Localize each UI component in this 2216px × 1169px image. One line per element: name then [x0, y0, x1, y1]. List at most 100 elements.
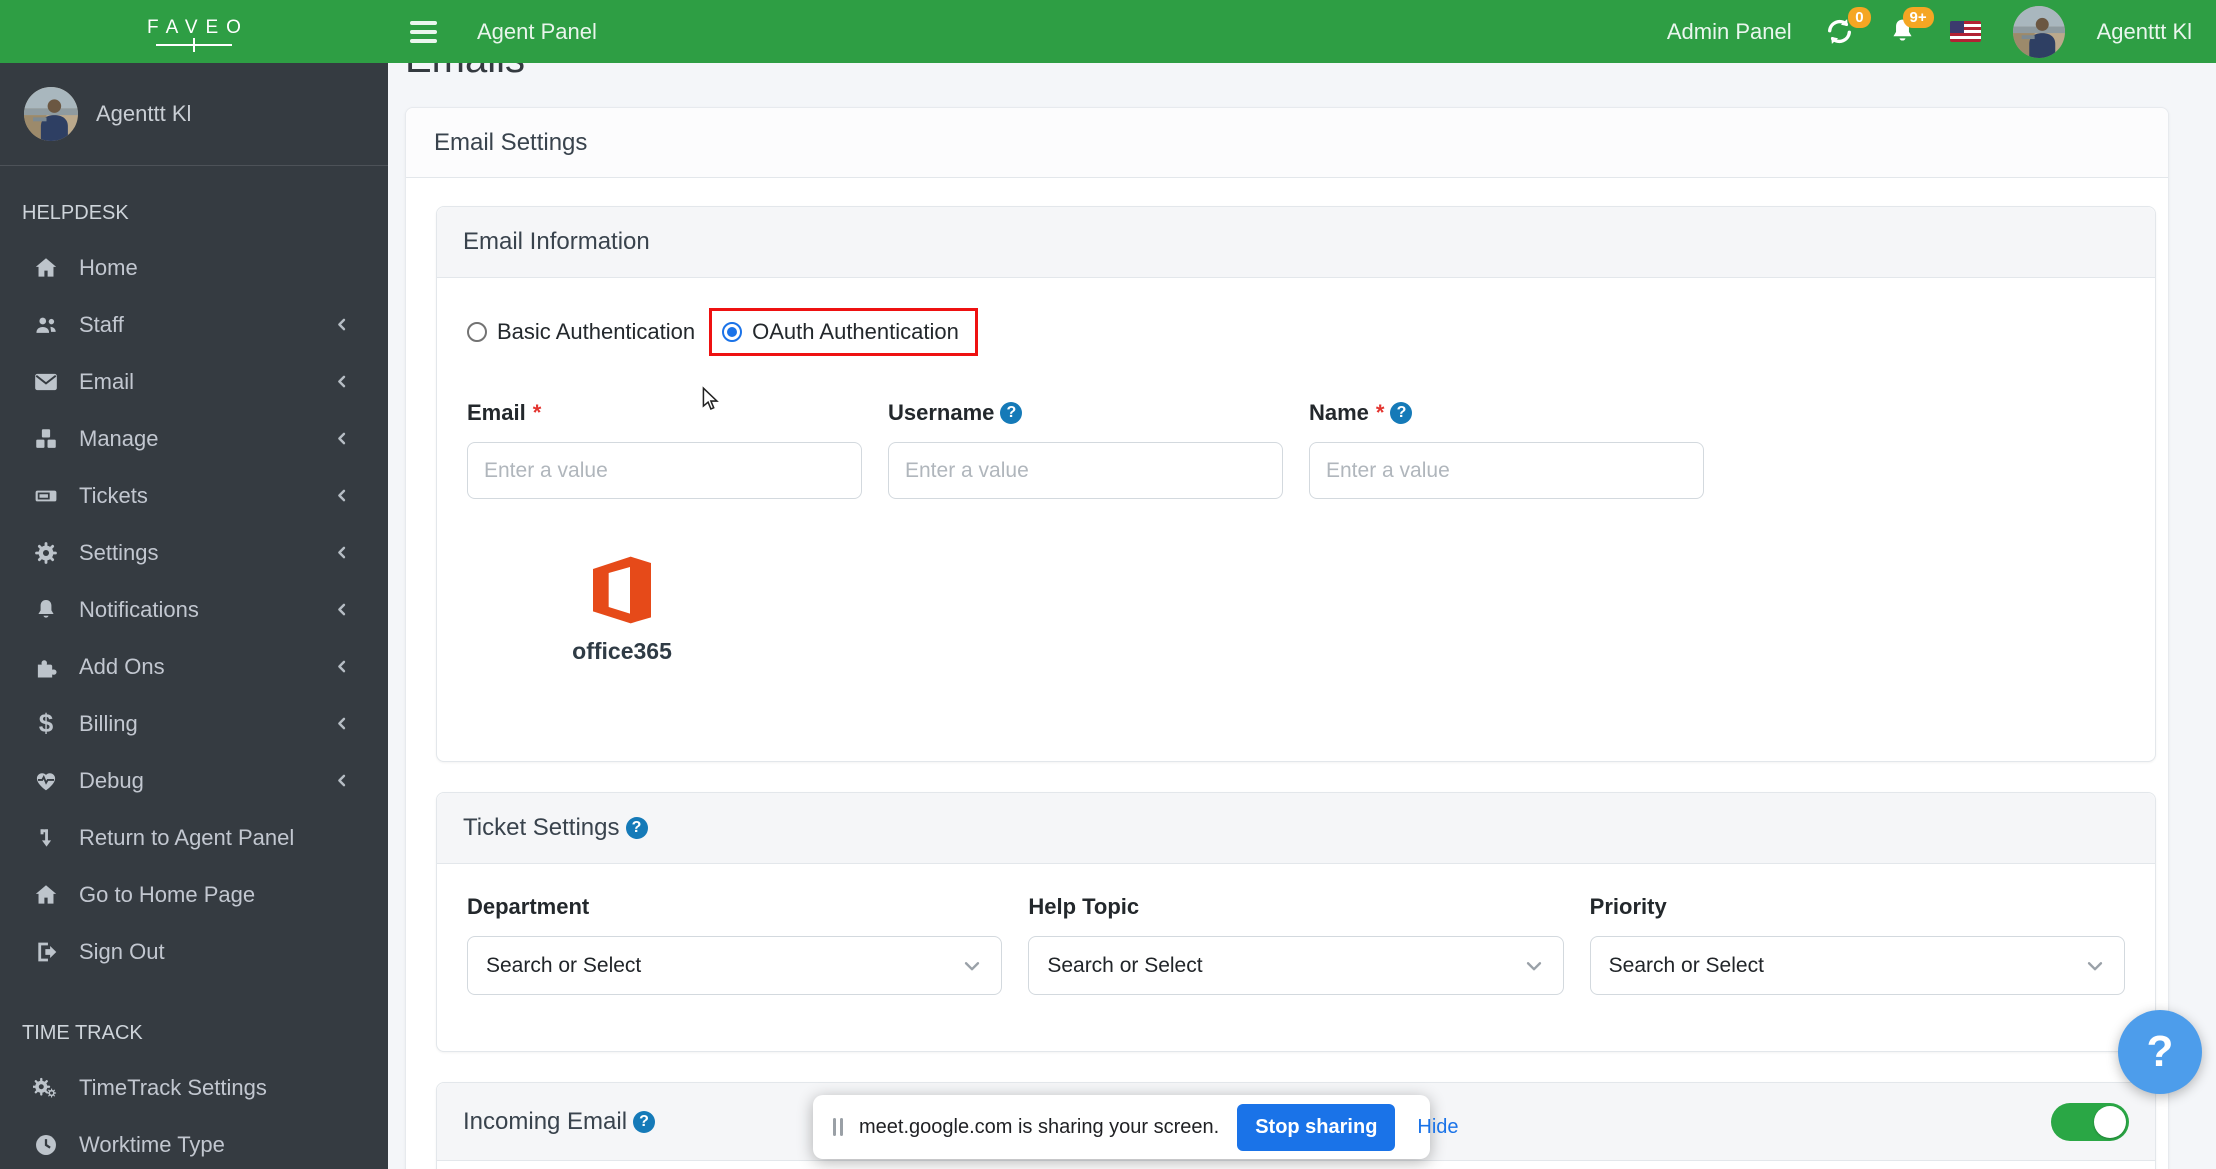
- bell-icon: [30, 596, 62, 624]
- help-icon[interactable]: [625, 817, 648, 839]
- sidebar-item-go-home[interactable]: Go to Home Page: [0, 866, 388, 923]
- help-icon[interactable]: [633, 1110, 656, 1133]
- gears-icon: [30, 1074, 62, 1102]
- dollar-icon: $: [38, 708, 54, 738]
- sidebar-menu: HELPDESK Home Staff Email Manage Tickets…: [0, 166, 388, 1169]
- sidebar-item-home[interactable]: Home: [0, 239, 388, 296]
- sidebar-user-panel[interactable]: Agenttt Kl: [0, 63, 388, 166]
- chevron-left-icon: [333, 715, 350, 732]
- cubes-icon: [30, 425, 62, 453]
- email-settings-body: Email Information Basic Authentication O…: [406, 178, 2168, 1169]
- home-icon: [30, 254, 62, 282]
- name-input[interactable]: [1309, 442, 1704, 499]
- sidebar-item-worktime-type[interactable]: Worktime Type: [0, 1116, 388, 1169]
- chevron-left-icon: [333, 772, 350, 789]
- hide-link[interactable]: Hide: [1417, 1116, 1458, 1139]
- navbar-left: Agent Panel: [388, 0, 597, 63]
- sign-out-icon: [30, 938, 62, 966]
- stop-sharing-button[interactable]: Stop sharing: [1237, 1103, 1396, 1151]
- ticket-icon: [30, 482, 62, 510]
- department-field-group: Department Search or Select: [467, 894, 1003, 995]
- sidebar-avatar: [24, 87, 78, 141]
- language-flag-icon[interactable]: [1949, 21, 1981, 42]
- help-topic-select[interactable]: Search or Select: [1028, 936, 1564, 995]
- sidebar-item-settings[interactable]: Settings: [0, 524, 388, 581]
- office365-provider-button[interactable]: office365: [557, 547, 687, 665]
- sidebar-item-debug[interactable]: Debug: [0, 752, 388, 809]
- email-information-card: Email Information Basic Authentication O…: [436, 206, 2156, 762]
- navbar-avatar[interactable]: [2013, 6, 2065, 58]
- ticket-fields-row: Department Search or Select Help Topic S…: [467, 894, 2125, 995]
- faveo-logo[interactable]: FAVEO: [0, 0, 388, 63]
- name-label: Name *: [1309, 400, 1704, 426]
- office365-label: office365: [572, 638, 672, 664]
- incoming-email-toggle[interactable]: [2051, 1102, 2129, 1141]
- chevron-left-icon: [333, 544, 350, 561]
- oauth-highlight-box: OAuth Authentication: [709, 308, 978, 356]
- puzzle-icon: [30, 653, 62, 681]
- admin-panel-link[interactable]: Admin Panel: [1667, 19, 1792, 45]
- office365-logo-icon: [582, 547, 662, 633]
- email-fields-row: Email * Username: [467, 400, 2125, 499]
- required-asterisk: *: [1375, 400, 1385, 425]
- priority-label: Priority: [1589, 894, 1667, 919]
- email-input[interactable]: [467, 442, 862, 499]
- home-icon: [30, 881, 62, 909]
- level-down-icon: [30, 824, 62, 852]
- help-topic-label: Help Topic: [1028, 894, 1140, 919]
- priority-field-group: Priority Search or Select: [1589, 894, 2125, 995]
- refresh-button[interactable]: 0: [1824, 7, 1871, 47]
- help-icon[interactable]: [1000, 402, 1023, 424]
- sidebar-item-email[interactable]: Email: [0, 353, 388, 410]
- sidebar-item-return-agent-panel[interactable]: Return to Agent Panel: [0, 809, 388, 866]
- department-select[interactable]: Search or Select: [467, 936, 1003, 995]
- email-settings-card: Email Settings Email Information Basic A…: [405, 107, 2169, 1169]
- heartbeat-icon: [30, 767, 62, 795]
- sidebar-username: Agenttt Kl: [96, 101, 192, 126]
- faveo-logo-rule: [156, 44, 232, 46]
- required-asterisk: *: [532, 400, 542, 425]
- radio-circle-icon: [467, 322, 487, 342]
- help-fab-button[interactable]: ?: [2118, 1010, 2202, 1094]
- sidebar-item-tickets[interactable]: Tickets: [0, 467, 388, 524]
- incoming-email-body: [437, 1161, 2155, 1169]
- faveo-admin-screen: FAVEO Agent Panel Admin Panel 0 9+ Agent…: [0, 0, 2216, 1169]
- chevron-left-icon: [333, 601, 350, 618]
- username-field-group: Username: [888, 400, 1283, 499]
- sidebar-item-staff[interactable]: Staff: [0, 296, 388, 353]
- help-icon[interactable]: [1390, 402, 1413, 424]
- name-field-group: Name *: [1309, 400, 1704, 499]
- sidebar-item-billing[interactable]: $ Billing: [0, 695, 388, 752]
- ticket-settings-header: Ticket Settings: [437, 793, 2155, 864]
- chevron-left-icon: [333, 316, 350, 333]
- sidebar-item-manage[interactable]: Manage: [0, 410, 388, 467]
- help-topic-field-group: Help Topic Search or Select: [1028, 894, 1564, 995]
- chevron-left-icon: [333, 487, 350, 504]
- chevron-left-icon: [333, 430, 350, 447]
- sidebar-item-notifications[interactable]: Notifications: [0, 581, 388, 638]
- radio-selected-icon: [722, 322, 743, 342]
- faveo-logo-text: FAVEO: [147, 17, 249, 38]
- chevron-down-icon: [2084, 955, 2106, 977]
- chevron-down-icon: [961, 955, 983, 977]
- share-message: meet.google.com is sharing your screen.: [859, 1115, 1220, 1138]
- refresh-badge: 0: [1848, 7, 1871, 28]
- hamburger-menu-icon[interactable]: [410, 20, 437, 43]
- oauth-auth-radio[interactable]: OAuth Authentication: [722, 319, 959, 345]
- email-information-body: Basic Authentication OAuth Authenticatio…: [437, 278, 2155, 761]
- gear-icon: [30, 539, 62, 567]
- screen-share-bar: meet.google.com is sharing your screen. …: [813, 1095, 1459, 1159]
- sidebar-item-sign-out[interactable]: Sign Out: [0, 923, 388, 980]
- username-input[interactable]: [888, 442, 1283, 499]
- navbar-username[interactable]: Agenttt Kl: [2097, 19, 2192, 45]
- notifications-button[interactable]: 9+: [1887, 7, 1934, 47]
- priority-select[interactable]: Search or Select: [1589, 936, 2125, 995]
- section-time-track: TIME TRACK: [22, 1022, 143, 1044]
- empty-cell: [1730, 400, 2125, 499]
- drag-handle-icon[interactable]: [833, 1118, 843, 1136]
- ticket-settings-card: Ticket Settings Department Search or Sel…: [436, 792, 2156, 1052]
- basic-auth-radio[interactable]: Basic Authentication: [467, 319, 695, 345]
- sidebar: Agenttt Kl HELPDESK Home Staff Email Man…: [0, 63, 388, 1169]
- sidebar-item-addons[interactable]: Add Ons: [0, 638, 388, 695]
- sidebar-item-timetrack-settings[interactable]: TimeTrack Settings: [0, 1059, 388, 1116]
